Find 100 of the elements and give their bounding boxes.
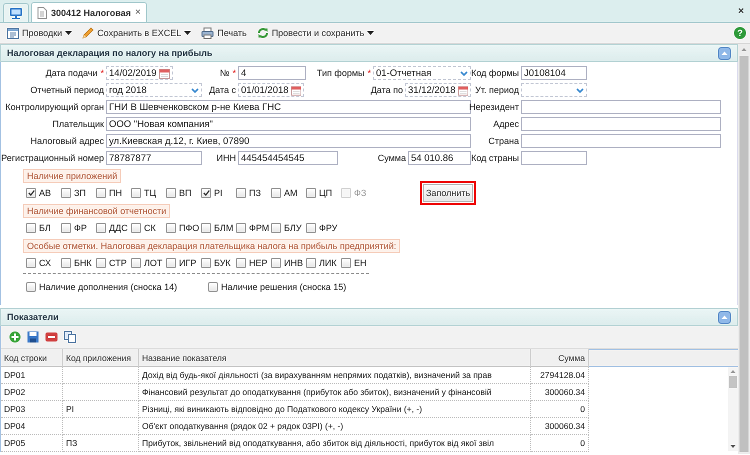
remove-icon[interactable]: [45, 332, 58, 342]
checkbox[interactable]: [26, 258, 36, 268]
select-field[interactable]: год 2018: [106, 83, 202, 97]
scrollbar[interactable]: [738, 44, 750, 454]
collapse-icon[interactable]: [718, 310, 731, 324]
panel-title: Налоговая декларация по налогу на прибыль: [7, 48, 214, 58]
list-icon: [7, 28, 19, 38]
checkbox[interactable]: [61, 188, 71, 198]
checkbox[interactable]: [26, 223, 36, 233]
chevron-down-icon: [460, 70, 468, 76]
checkbox[interactable]: [166, 188, 176, 198]
field-label: Нерезидент: [469, 102, 519, 112]
checkbox-label: БЛ: [39, 223, 51, 233]
column-header[interactable]: Код приложения: [63, 349, 139, 367]
checkbox[interactable]: [271, 258, 281, 268]
toolbar-button[interactable]: Печать: [198, 25, 250, 41]
checkbox-label: БУК: [214, 258, 231, 268]
date-field[interactable]: 31/12/2018: [405, 83, 471, 97]
checkbox[interactable]: [96, 258, 106, 268]
refresh-icon: [256, 27, 269, 39]
column-header[interactable]: Название показателя: [139, 349, 531, 367]
date-field[interactable]: 01/01/2018: [238, 83, 304, 97]
checkbox[interactable]: [96, 223, 106, 233]
checkbox-label: ТЦ: [144, 188, 156, 198]
checkbox[interactable]: [166, 258, 176, 268]
text-field[interactable]: [521, 100, 721, 114]
printer-icon: [201, 27, 214, 39]
tab[interactable]: 300412 Налоговая ×: [31, 2, 147, 22]
table-cell: Дохід від будь-якої діяльності (за вирахуванням непрямих податків), визначений за прав: [139, 367, 531, 384]
checkbox-label: СК: [144, 223, 156, 233]
scrollbar[interactable]: [728, 367, 738, 451]
tab-close-button[interactable]: ×: [134, 7, 141, 18]
section-label: Наличие приложений: [23, 169, 122, 183]
table-cell: Об'єкт оподаткування (рядок 02 + рядок 03РІ) (+, -): [139, 418, 531, 435]
checkbox[interactable]: [131, 258, 141, 268]
text-field[interactable]: [521, 134, 721, 148]
checkbox-label: ПФО: [179, 223, 200, 233]
checkbox[interactable]: [306, 258, 316, 268]
field-label: №: [220, 68, 230, 78]
table-cell: Різниці, які виникають відповідно до Податкового кодексу України (+, -): [139, 401, 531, 418]
table-cell: DP05: [1, 435, 63, 452]
close-button[interactable]: ×: [738, 6, 744, 16]
checkbox[interactable]: [341, 258, 351, 268]
checkbox-label: НЕР: [249, 258, 268, 268]
column-header[interactable]: Сумма: [531, 349, 589, 367]
collapse-icon[interactable]: [718, 46, 731, 60]
checkbox[interactable]: [201, 223, 211, 233]
checkbox-label: Наличие решения (сноска 15): [221, 282, 346, 292]
text-field[interactable]: 4: [238, 66, 306, 80]
text-field[interactable]: ООО "Новая компания": [106, 117, 471, 131]
checkbox[interactable]: [61, 223, 71, 233]
checkbox[interactable]: [236, 258, 246, 268]
save-icon[interactable]: [27, 331, 39, 343]
checkbox[interactable]: [201, 188, 211, 198]
text-field[interactable]: 78787877: [106, 151, 202, 165]
column-header[interactable]: Код строки: [1, 349, 63, 367]
checkbox[interactable]: [131, 188, 141, 198]
required-mark: *: [100, 68, 104, 78]
help-button[interactable]: ?: [734, 27, 746, 39]
document-icon: [37, 6, 47, 18]
checkbox[interactable]: [271, 188, 281, 198]
checkbox[interactable]: [96, 188, 106, 198]
pencil-icon: [82, 27, 94, 39]
text-field[interactable]: 445454454545: [238, 151, 338, 165]
checkbox[interactable]: [271, 223, 281, 233]
checkbox-label: БНК: [74, 258, 92, 268]
checkbox[interactable]: [306, 188, 316, 198]
checkbox-label: ДДС: [109, 223, 128, 233]
checkbox[interactable]: [26, 188, 36, 198]
table-cell: DP02: [1, 384, 63, 401]
toolbar-button[interactable]: Сохранить в EXCEL: [79, 25, 194, 41]
text-field[interactable]: J0108104: [521, 66, 587, 80]
checkbox[interactable]: [236, 188, 246, 198]
checkbox[interactable]: [201, 258, 211, 268]
toolbar-button[interactable]: Провести и сохранить: [254, 25, 378, 41]
text-field[interactable]: 54 010.86: [408, 151, 471, 165]
tab[interactable]: [3, 3, 29, 22]
check-icon: [28, 190, 34, 196]
checkbox[interactable]: [236, 223, 246, 233]
date-field[interactable]: 14/02/2019: [106, 66, 173, 80]
text-field[interactable]: ул.Киевская д.12, г. Киев, 07890: [106, 134, 471, 148]
copy-icon[interactable]: [64, 331, 76, 343]
checkbox[interactable]: [131, 223, 141, 233]
checkbox-label: ЗП: [74, 188, 86, 198]
checkbox[interactable]: [61, 258, 71, 268]
toolbar-button[interactable]: Проводки: [4, 26, 76, 40]
text-field[interactable]: ГНИ В Шевченковском р-не Киева ГНС: [106, 100, 471, 114]
checkbox[interactable]: [306, 223, 316, 233]
text-field[interactable]: [521, 151, 587, 165]
checkbox-label: ВП: [179, 188, 192, 198]
checkbox[interactable]: [208, 282, 218, 292]
select-field[interactable]: 01-Отчетная: [373, 66, 471, 80]
select-field[interactable]: [521, 83, 587, 97]
field-label: Дата с: [209, 85, 236, 95]
fill-button[interactable]: Заполнить: [420, 181, 476, 205]
text-field[interactable]: [521, 117, 721, 131]
checkbox[interactable]: [166, 223, 176, 233]
chevron-down-icon: [576, 88, 584, 92]
add-icon[interactable]: [9, 331, 21, 343]
checkbox[interactable]: [26, 282, 36, 292]
